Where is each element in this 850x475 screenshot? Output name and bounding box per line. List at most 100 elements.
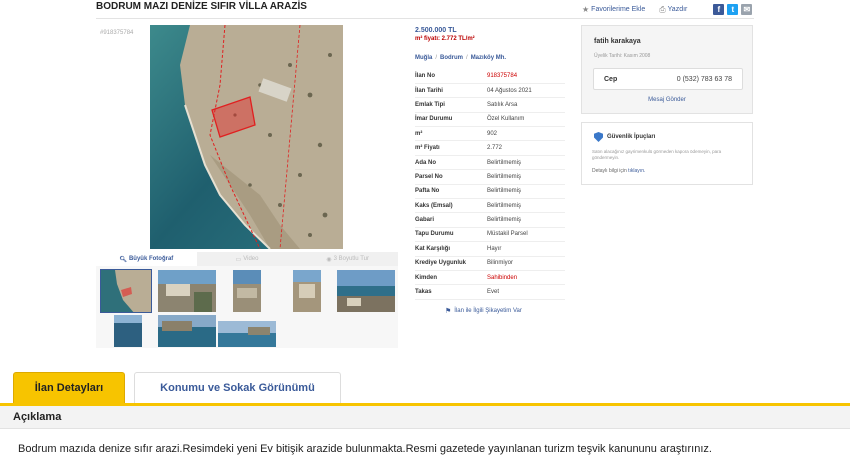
header-divider — [96, 18, 754, 19]
detail-value: Belirtilmemiş — [487, 198, 565, 214]
detail-value: 2.772 — [487, 140, 565, 156]
description-heading: Açıklama — [0, 406, 850, 429]
print-link[interactable]: ⎙ Yazdır — [659, 5, 687, 15]
detail-value: Hayır — [487, 241, 565, 257]
price-per-m2: m² fiyatı: 2.772 TL/m² — [415, 36, 475, 42]
thumbnail[interactable] — [114, 315, 142, 347]
page-title: BODRUM MAZI DENİZE SIFIR VİLLA ARAZİS — [96, 1, 307, 12]
safety-tips-box: Güvenlik İpuçları Satın alacağınız gayri… — [581, 122, 753, 185]
detail-row: İmar Durumu Özel Kullanım — [415, 112, 565, 128]
breadcrumb-district[interactable]: Bodrum — [440, 55, 463, 61]
tab-location[interactable]: Konumu ve Sokak Görünümü — [134, 372, 341, 403]
thumbnail[interactable] — [218, 321, 276, 347]
detail-key: Gabari — [415, 212, 487, 228]
detail-value: Bilinmiyor — [487, 256, 565, 271]
detail-row: Krediye Uygunluk Bilinmiyor — [415, 256, 565, 271]
detail-key: m² Fiyatı — [415, 140, 487, 156]
complaint-link[interactable]: ⚑ İlan ile İlgili Şikayetim Var — [445, 307, 522, 315]
twitter-icon[interactable]: t — [727, 4, 739, 15]
favorite-link[interactable]: ★ Favorilerime Ekle — [582, 5, 645, 14]
detail-value: 04 Ağustos 2021 — [487, 83, 565, 99]
thumbnail[interactable] — [158, 315, 216, 347]
video-icon: ▭ — [235, 256, 242, 263]
detail-row: Takas Evet — [415, 284, 565, 300]
detail-key: Ada No — [415, 155, 487, 171]
star-icon: ★ — [582, 5, 590, 14]
description-text: Bodrum mazıda denize sıfır arazi.Resimde… — [18, 443, 712, 455]
listing-details-table: İlan No 918375784 İlan Tarihi 04 Ağustos 20… — [415, 69, 565, 300]
detail-value: Sahibinden — [487, 270, 565, 286]
facebook-icon[interactable]: f — [713, 4, 725, 15]
detail-row: m² Fiyatı 2.772 — [415, 140, 565, 156]
detail-key: Kat Karşılığı — [415, 241, 487, 257]
seller-box: fatih karakaya Üyelik Tarihi: Kasım 2008… — [581, 25, 753, 114]
detail-key: Parsel No — [415, 169, 487, 185]
safety-tips-text: Satın alacağınız gayrimenkulü görmeden k… — [592, 149, 722, 160]
detail-key: Takas — [415, 284, 487, 300]
detail-value: Satılık Arsa — [487, 97, 565, 113]
thumbnail[interactable] — [233, 270, 261, 312]
detail-key: İlan No — [415, 69, 487, 84]
detail-value: Özel Kullanım — [487, 112, 565, 128]
tab-listing-details[interactable]: İlan Detayları — [13, 372, 125, 403]
detail-value: Evet — [487, 284, 565, 300]
breadcrumb-city[interactable]: Muğla — [415, 55, 432, 61]
phone-number: 0 (532) 783 63 78 — [676, 76, 732, 83]
breadcrumb-neighborhood[interactable]: Mazıköy Mh. — [471, 55, 506, 61]
thumbnail[interactable] — [100, 269, 152, 313]
detail-value: Belirtilmemiş — [487, 155, 565, 171]
detail-key: Tapu Durumu — [415, 227, 487, 243]
detail-key: m² — [415, 126, 487, 142]
thumbnail-strip — [96, 266, 398, 348]
detail-key: Krediye Uygunluk — [415, 256, 487, 271]
main-photo[interactable] — [150, 25, 343, 249]
share-icons: f t ✉ — [713, 4, 753, 15]
detail-row: Ada No Belirtilmemiş — [415, 155, 565, 171]
detail-row: Kimden Sahibinden — [415, 270, 565, 286]
top-actions: ★ Favorilerime Ekle ⎙ Yazdır f t ✉ — [582, 4, 753, 15]
breadcrumb: Muğla / Bodrum / Mazıköy Mh. — [415, 55, 507, 61]
phone-row[interactable]: Cep 0 (532) 783 63 78 — [593, 68, 743, 90]
tab-video[interactable]: ▭ Video — [197, 256, 298, 263]
detail-row: Kaks (Emsal) Belirtilmemiş — [415, 198, 565, 214]
detail-key: İmar Durumu — [415, 112, 487, 128]
detail-key: Kimden — [415, 270, 487, 286]
tab-big-photo[interactable]: 🔍︎ Büyük Fotoğraf — [96, 252, 197, 266]
tab-3d-tour[interactable]: ◉ 3 Boyutlu Tur — [297, 256, 398, 263]
shield-icon — [594, 132, 603, 142]
detail-row: İlan No 918375784 — [415, 69, 565, 84]
3d-tour-icon: ◉ — [326, 256, 332, 263]
detail-value: Belirtilmemiş — [487, 169, 565, 185]
detail-key: Pafta No — [415, 184, 487, 200]
detail-row: Kat Karşılığı Hayır — [415, 241, 565, 257]
detail-row: Gabari Belirtilmemiş — [415, 212, 565, 228]
seller-name[interactable]: fatih karakaya — [594, 38, 641, 45]
send-message-link[interactable]: Mesaj Gönder — [582, 97, 752, 103]
detail-key: İlan Tarihi — [415, 83, 487, 99]
safety-more-link[interactable]: tıklayın. — [628, 168, 645, 174]
thumbnail[interactable] — [158, 270, 216, 312]
detail-value: Belirtilmemiş — [487, 212, 565, 228]
detail-row: Parsel No Belirtilmemiş — [415, 169, 565, 185]
safety-tips-title: Güvenlik İpuçları — [594, 132, 655, 142]
detail-value: Müstakil Parsel — [487, 227, 565, 243]
detail-value: Belirtilmemiş — [487, 184, 565, 200]
thumbnail[interactable] — [337, 270, 395, 312]
price: 2.500.000 TL — [415, 27, 457, 34]
gallery-listing-no: #918375784 — [100, 30, 134, 36]
mail-icon[interactable]: ✉ — [741, 4, 753, 15]
photo-tabs: 🔍︎ Büyük Fotoğraf ▭ Video ◉ 3 Boyutlu Tu… — [96, 252, 398, 266]
search-icon: 🔍︎ — [119, 256, 127, 263]
detail-row: Tapu Durumu Müstakil Parsel — [415, 227, 565, 243]
flag-icon: ⚑ — [445, 308, 452, 315]
detail-row: Pafta No Belirtilmemiş — [415, 184, 565, 200]
detail-row: İlan Tarihi 04 Ağustos 2021 — [415, 83, 565, 99]
detail-row: m² 902 — [415, 126, 565, 142]
phone-label: Cep — [604, 76, 618, 83]
detail-key: Emlak Tipi — [415, 97, 487, 113]
detail-row: Emlak Tipi Satılık Arsa — [415, 97, 565, 113]
printer-icon: ⎙ — [659, 4, 666, 14]
thumbnail[interactable] — [293, 270, 321, 312]
detail-key: Kaks (Emsal) — [415, 198, 487, 214]
detail-value: 918375784 — [487, 69, 565, 84]
